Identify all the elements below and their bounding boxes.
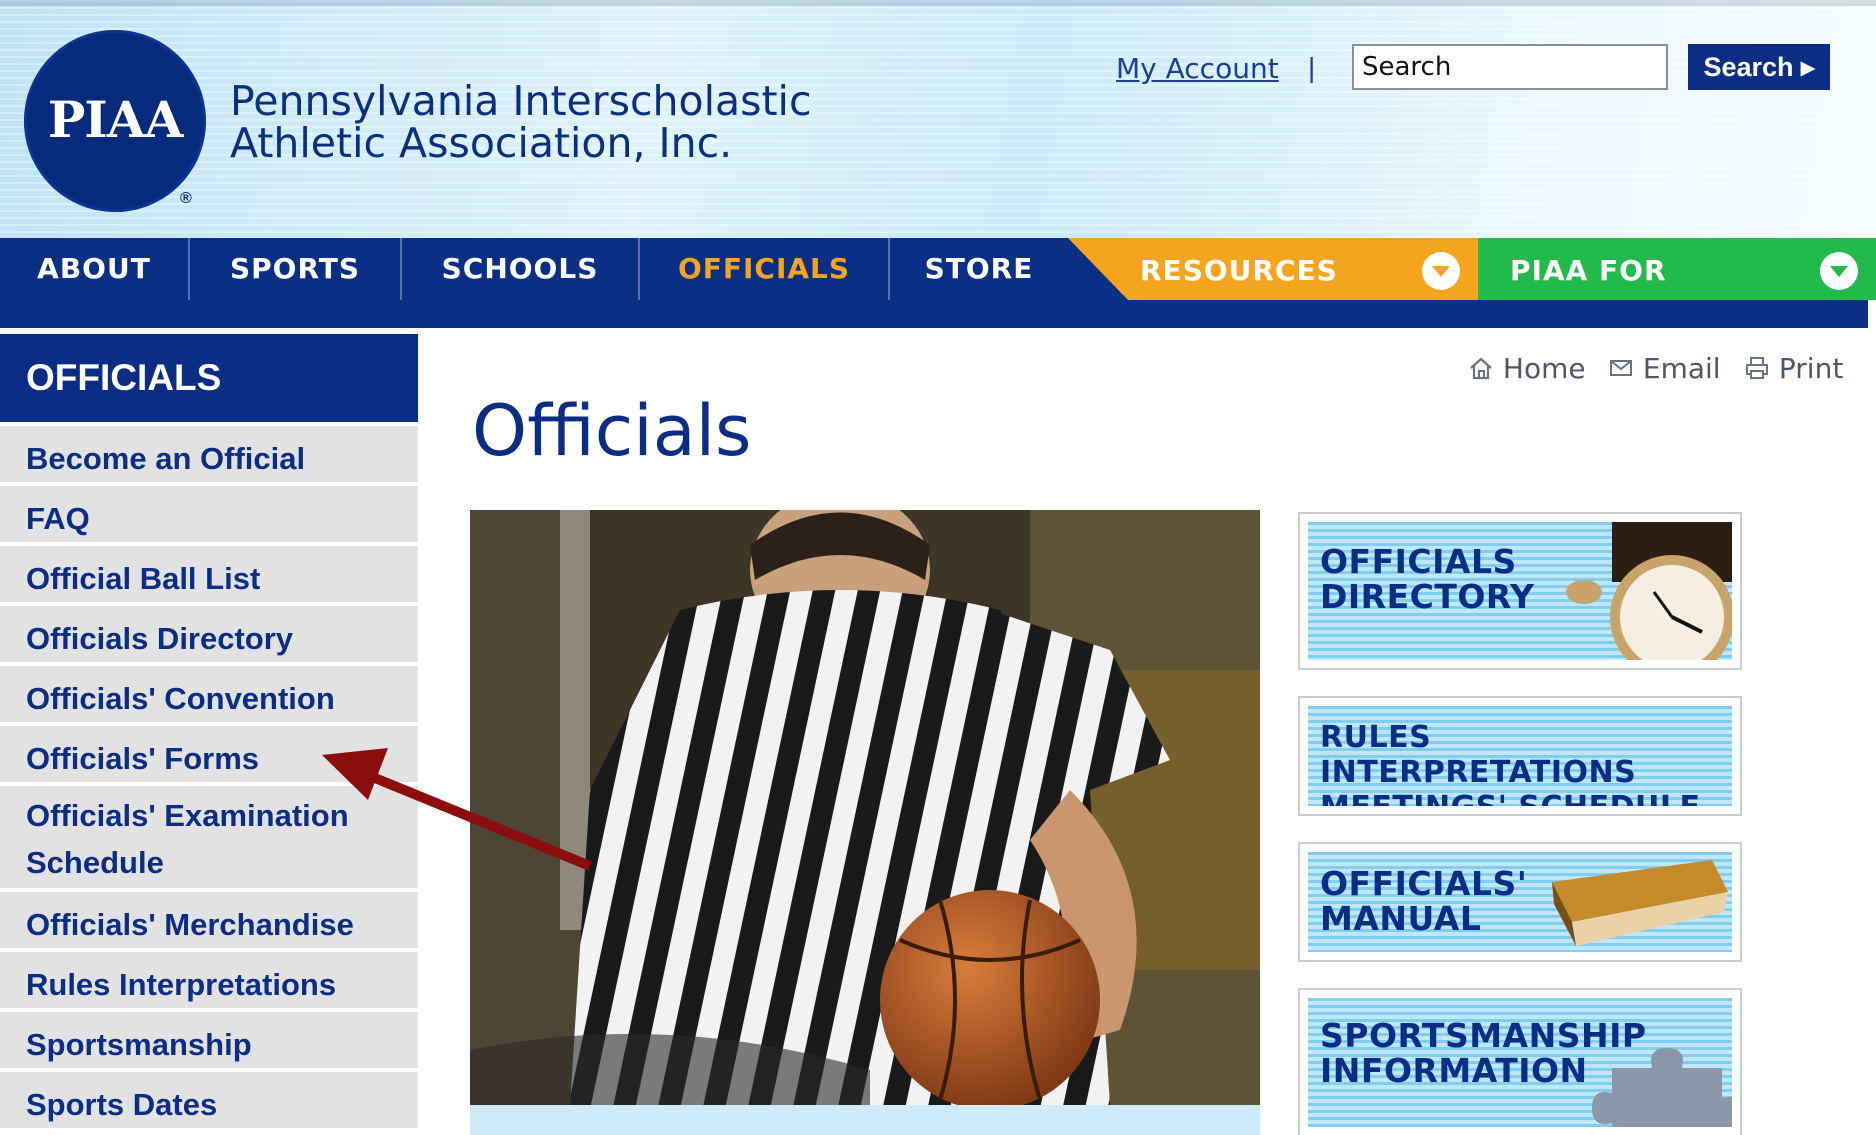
promo-line2: MANUAL <box>1320 899 1482 938</box>
stopwatch-icon <box>1566 522 1732 660</box>
sidebar-item-officials-forms[interactable]: Officials' Forms <box>0 726 418 786</box>
sidebar-heading: OFFICIALS <box>0 334 418 422</box>
promo-rules-interpretations-meetings[interactable]: RULES INTERPRETATIONS MEETINGS' SCHEDULE <box>1298 696 1742 816</box>
sidebar-item-officials-convention[interactable]: Officials' Convention <box>0 666 418 726</box>
promo-officials-directory[interactable]: OFFICIALS DIRECTORY <box>1298 512 1742 670</box>
site-header: PIAA ® Pennsylvania Interscholastic Athl… <box>0 0 1876 238</box>
nav-about[interactable]: ABOUT <box>0 238 188 300</box>
logo-text: PIAA <box>47 90 184 149</box>
sidebar-item-officials-directory[interactable]: Officials Directory <box>0 606 418 666</box>
search-button[interactable]: Search ▸ <box>1688 44 1830 90</box>
my-account-link[interactable]: My Account <box>1116 52 1279 85</box>
puzzle-piece-icon <box>1592 1048 1732 1127</box>
chevron-down-icon <box>1820 252 1858 290</box>
promo-banner: OFFICIALS' MANUAL <box>1308 852 1732 952</box>
promo-officials-manual[interactable]: OFFICIALS' MANUAL <box>1298 842 1742 962</box>
org-name-line1: Pennsylvania Interscholastic <box>230 77 812 125</box>
chevron-down-icon <box>1422 252 1460 290</box>
referee-hero-image <box>470 510 1260 1105</box>
email-label: Email <box>1642 352 1721 385</box>
promo-banner: SPORTSMANSHIP INFORMATION <box>1308 998 1732 1127</box>
nav-resources-label: RESOURCES <box>1140 254 1338 287</box>
promo-line1: RULES INTERPRETATIONS <box>1320 720 1637 790</box>
referee-illustration <box>470 510 1260 1105</box>
print-label: Print <box>1778 352 1844 385</box>
book-icon <box>1552 860 1728 946</box>
sidebar-item-sports-dates[interactable]: Sports Dates <box>0 1072 418 1132</box>
nav-piaa-for-dropdown[interactable]: PIAA FOR <box>1478 238 1876 300</box>
promo-text: OFFICIALS' MANUAL <box>1320 866 1527 936</box>
header-separator: | <box>1308 52 1316 83</box>
organization-name: Pennsylvania Interscholastic Athletic As… <box>230 80 812 164</box>
nav-underbar <box>0 300 1868 328</box>
nav-schools[interactable]: SCHOOLS <box>402 238 638 300</box>
email-icon <box>1610 360 1632 376</box>
promo-line1: OFFICIALS' <box>1320 864 1528 903</box>
print-tool[interactable]: Print <box>1744 352 1843 385</box>
promo-banner: OFFICIALS DIRECTORY <box>1308 522 1732 660</box>
promo-line2: MEETINGS' SCHEDULE <box>1320 790 1732 806</box>
promo-line1: OFFICIALS <box>1320 542 1517 581</box>
piaa-logo[interactable]: PIAA <box>24 30 206 212</box>
org-name-line2: Athletic Association, Inc. <box>230 119 733 167</box>
page-title: Officials <box>472 390 752 472</box>
email-tool[interactable]: Email <box>1608 352 1721 385</box>
nav-store[interactable]: STORE <box>890 238 1068 300</box>
hero-caption-panel <box>470 1105 1260 1135</box>
home-icon <box>1470 357 1492 380</box>
nav-piaa-for-label: PIAA FOR <box>1510 254 1667 287</box>
sidebar-item-faq[interactable]: FAQ <box>0 486 418 546</box>
promo-line2: DIRECTORY <box>1320 577 1535 616</box>
home-tool[interactable]: Home <box>1468 352 1586 385</box>
sidebar-item-official-ball-list[interactable]: Official Ball List <box>0 546 418 606</box>
home-label: Home <box>1502 352 1586 385</box>
sidebar-item-officials-merchandise[interactable]: Officials' Merchandise <box>0 892 418 952</box>
sidebar-item-become-an-official[interactable]: Become an Official <box>0 426 418 486</box>
sidebar-item-sportsmanship[interactable]: Sportsmanship <box>0 1012 418 1072</box>
nav-resources-dropdown[interactable]: RESOURCES <box>1068 238 1478 300</box>
nav-sports[interactable]: SPORTS <box>190 238 400 300</box>
nav-officials[interactable]: OFFICIALS <box>640 238 888 300</box>
page: PIAA ® Pennsylvania Interscholastic Athl… <box>0 0 1876 1135</box>
search-input[interactable] <box>1352 44 1668 90</box>
sidebar-nav: Become an Official FAQ Official Ball Lis… <box>0 426 418 1132</box>
sidebar-item-rules-interpretations[interactable]: Rules Interpretations <box>0 952 418 1012</box>
promo-sportsmanship-information[interactable]: SPORTSMANSHIP INFORMATION <box>1298 988 1742 1135</box>
sidebar-item-officials-examination-schedule[interactable]: Officials' Examination Schedule <box>0 786 418 892</box>
promo-text: OFFICIALS DIRECTORY <box>1320 544 1534 614</box>
registered-mark: ® <box>180 190 192 207</box>
promo-banner: RULES INTERPRETATIONS MEETINGS' SCHEDULE <box>1308 706 1732 806</box>
printer-icon <box>1746 357 1768 379</box>
promo-text: RULES INTERPRETATIONS MEETINGS' SCHEDULE <box>1320 720 1732 806</box>
